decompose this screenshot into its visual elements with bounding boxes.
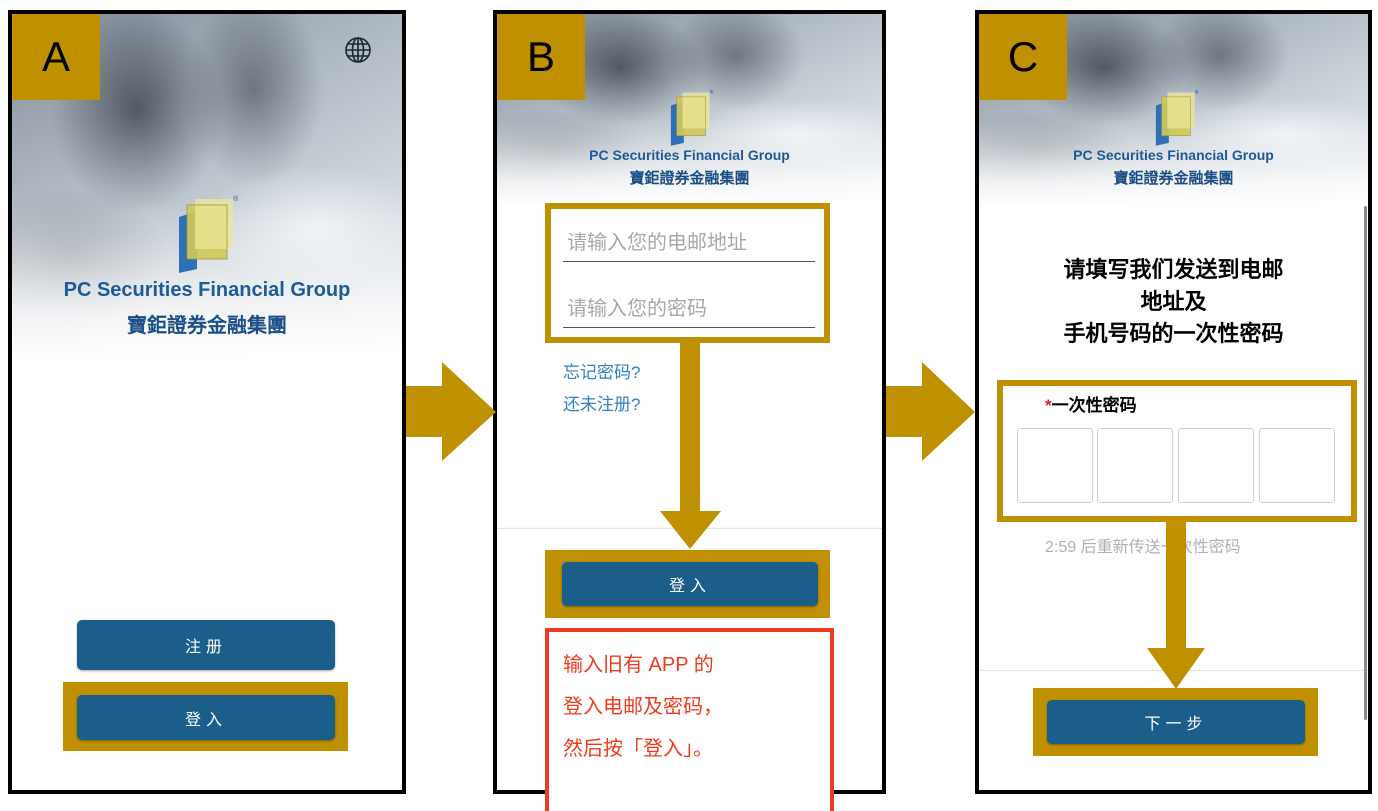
- phone-screen-a: A ® PC Securities Financial Group 寶鉅證券金融…: [8, 10, 406, 794]
- company-logo: ®: [179, 195, 239, 273]
- brand-name-en: PC Securities Financial Group: [63, 279, 351, 301]
- otp-instruction-heading: 请填写我们发送到电邮 地址及 手机号码的一次性密码: [979, 254, 1368, 350]
- arrow-right-icon: [406, 362, 496, 461]
- login-button-highlight: 登入: [63, 682, 348, 751]
- login-button-highlight: 登入: [545, 550, 830, 618]
- otp-label-text: 一次性密码: [1051, 396, 1137, 415]
- brand-name-en: PC Securities Financial Group: [589, 147, 790, 163]
- required-mark: *: [1045, 396, 1052, 415]
- email-input[interactable]: [563, 226, 815, 262]
- footer-divider: [979, 670, 1368, 671]
- callout-line: 然后按「登入」。: [563, 738, 713, 760]
- step-label-a: A: [12, 14, 100, 100]
- brand-name-en: PC Securities Financial Group: [1073, 147, 1274, 163]
- otp-digit-input[interactable]: [1017, 428, 1093, 503]
- footer-divider: [497, 528, 882, 529]
- registered-mark: ®: [1195, 89, 1199, 96]
- not-registered-link[interactable]: 还未注册?: [563, 394, 640, 416]
- otp-digit-input[interactable]: [1259, 428, 1335, 503]
- resend-countdown: 2:59 后重新传送一次性密码: [1045, 539, 1241, 556]
- scrollbar[interactable]: [1364, 206, 1367, 720]
- password-input[interactable]: [563, 292, 815, 328]
- callout-line: 输入旧有 APP 的: [563, 654, 714, 676]
- brand-name-zh: 寶鉅證券金融集團: [1113, 170, 1234, 187]
- heading-line: 手机号码的一次性密码: [1063, 321, 1284, 346]
- register-button[interactable]: 注册: [77, 620, 335, 670]
- registered-mark: ®: [233, 195, 239, 203]
- phone-screen-c: C ® PC Securities Financial Group 寶鉅證券金融…: [975, 10, 1372, 794]
- globe-icon[interactable]: [344, 36, 372, 64]
- step-label-c: C: [979, 14, 1067, 100]
- credentials-highlight: [545, 203, 830, 343]
- otp-highlight: *一次性密码: [997, 380, 1357, 522]
- company-logo: ®: [1155, 89, 1199, 146]
- step-label-b: B: [497, 14, 585, 100]
- login-button[interactable]: 登入: [562, 562, 818, 606]
- otp-label: *一次性密码: [1045, 395, 1137, 417]
- company-logo: ®: [670, 89, 714, 146]
- forgot-password-link[interactable]: 忘记密码?: [563, 362, 640, 384]
- heading-line: 地址及: [1140, 289, 1207, 314]
- arrow-right-icon: [886, 362, 975, 461]
- next-button-highlight: 下一步: [1033, 688, 1318, 756]
- otp-digit-input[interactable]: [1178, 428, 1254, 503]
- registered-mark: ®: [710, 89, 714, 96]
- instruction-callout: 输入旧有 APP 的 登入电邮及密码， 然后按「登入」。: [545, 628, 834, 811]
- next-button[interactable]: 下一步: [1047, 700, 1305, 744]
- brand-name-zh: 寶鉅證券金融集團: [127, 315, 287, 337]
- callout-line: 登入电邮及密码，: [563, 696, 723, 718]
- otp-digit-input[interactable]: [1097, 428, 1173, 503]
- heading-line: 请填写我们发送到电邮: [1063, 257, 1284, 282]
- brand-name-zh: 寶鉅證券金融集團: [629, 170, 750, 187]
- login-button[interactable]: 登入: [77, 695, 335, 740]
